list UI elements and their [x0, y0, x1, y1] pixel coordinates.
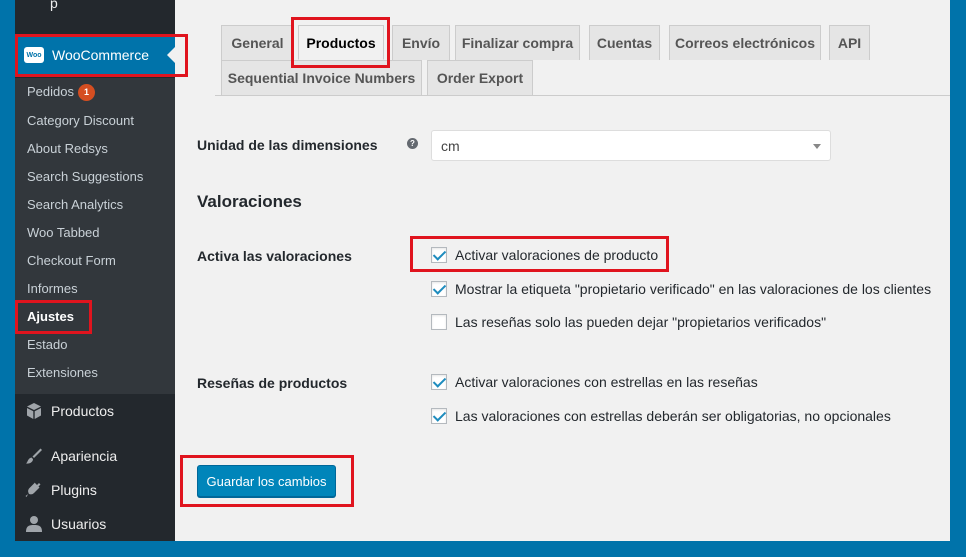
option-verified-owners-only[interactable]: Las reseñas solo las pueden dejar "propi…: [431, 313, 826, 331]
sidebar-item-label: Usuarios: [51, 516, 107, 532]
submenu-item-ajustes[interactable]: Ajustes: [27, 309, 74, 324]
star-ratings-required-checkbox[interactable]: [431, 408, 447, 424]
frame-right: [950, 100, 966, 557]
sidebar-top-item-fragment: p: [50, 0, 58, 11]
dimension-unit-select[interactable]: cm: [431, 130, 831, 161]
enable-product-ratings-checkbox[interactable]: [431, 247, 447, 263]
submenu-item-search-analytics[interactable]: Search Analytics: [27, 197, 123, 212]
sidebar-item-woocommerce[interactable]: Woo WooCommerce: [15, 36, 175, 74]
submenu-item-about-redsys[interactable]: About Redsys: [27, 141, 108, 156]
admin-sidebar: p Woo WooCommerce Pedidos 1 Category Disc…: [15, 0, 175, 541]
option-label: Las reseñas solo las pueden dejar "propi…: [455, 314, 827, 330]
option-enable-product-ratings[interactable]: Activar valoraciones de producto: [431, 246, 658, 264]
sidebar-item-apariencia[interactable]: Apariencia: [15, 439, 175, 473]
tab-general[interactable]: General: [221, 25, 294, 60]
product-reviews-label: Reseñas de productos: [197, 375, 348, 391]
tab-correos-electronicos[interactable]: Correos electrónicos: [669, 25, 821, 60]
box-icon: [24, 401, 44, 421]
option-verified-owner-label[interactable]: Mostrar la etiqueta "propietario verific…: [431, 280, 931, 298]
submenu-item-search-suggestions[interactable]: Search Suggestions: [27, 169, 143, 184]
frame-bottom: [0, 541, 966, 557]
user-icon: [24, 514, 44, 534]
chevron-down-icon: [813, 144, 821, 149]
option-label: Activar valoraciones con estrellas en la…: [455, 374, 758, 390]
plug-icon: [24, 480, 44, 500]
submenu-item-extensiones[interactable]: Extensiones: [27, 365, 98, 380]
settings-content: General Productos Envío Finalizar compra…: [175, 0, 950, 541]
orders-count-badge: 1: [77, 84, 95, 101]
dimension-unit-label: Unidad de las dimensiones: [197, 137, 378, 153]
help-icon[interactable]: ?: [407, 138, 418, 149]
option-star-ratings-required[interactable]: Las valoraciones con estrellas deberán s…: [431, 407, 891, 425]
verified-owner-label-checkbox[interactable]: [431, 281, 447, 297]
submenu-item-pedidos[interactable]: Pedidos 1: [27, 84, 95, 101]
tab-finalizar-compra[interactable]: Finalizar compra: [455, 25, 580, 60]
option-label: Mostrar la etiqueta "propietario verific…: [455, 281, 932, 297]
sidebar-item-productos[interactable]: Productos: [15, 394, 175, 428]
option-star-ratings[interactable]: Activar valoraciones con estrellas en la…: [431, 373, 758, 391]
submenu-item-category-discount[interactable]: Category Discount: [27, 113, 134, 128]
current-menu-arrow-icon: [167, 47, 175, 63]
sidebar-item-woocommerce-label: WooCommerce: [52, 47, 149, 63]
tab-envio[interactable]: Envío: [392, 25, 450, 60]
woocommerce-logo-icon: Woo: [24, 47, 44, 63]
frame-left: [0, 0, 15, 557]
submenu-item-woo-tabbed[interactable]: Woo Tabbed: [27, 225, 100, 240]
tabs-divider: [215, 95, 950, 96]
ratings-section-title: Valoraciones: [197, 192, 302, 211]
enable-ratings-label: Activa las valoraciones: [197, 248, 352, 264]
verified-owners-only-checkbox[interactable]: [431, 314, 447, 330]
sidebar-item-label: Apariencia: [51, 448, 118, 464]
tab-api[interactable]: API: [829, 25, 870, 60]
tab-order-export[interactable]: Order Export: [427, 60, 533, 95]
sidebar-item-usuarios[interactable]: Usuarios: [15, 507, 175, 541]
submenu-item-checkout-form[interactable]: Checkout Form: [27, 253, 116, 268]
save-changes-button[interactable]: Guardar los cambios: [197, 465, 336, 497]
submenu-item-informes[interactable]: Informes: [27, 281, 78, 296]
tab-cuentas[interactable]: Cuentas: [589, 25, 660, 60]
star-ratings-checkbox[interactable]: [431, 374, 447, 390]
woocommerce-submenu: Pedidos 1 Category Discount About Redsys …: [15, 78, 175, 394]
tab-sequential-invoice-numbers[interactable]: Sequential Invoice Numbers: [221, 60, 422, 95]
sidebar-item-plugins[interactable]: Plugins: [15, 473, 175, 507]
option-label: Activar valoraciones de producto: [455, 247, 659, 263]
sidebar-item-label: Productos: [51, 403, 115, 419]
tab-productos[interactable]: Productos: [298, 25, 384, 60]
option-label: Las valoraciones con estrellas deberán s…: [455, 408, 891, 424]
dimension-unit-value: cm: [441, 137, 460, 154]
submenu-item-label: Pedidos: [27, 84, 74, 99]
submenu-item-estado[interactable]: Estado: [27, 337, 67, 352]
sidebar-item-label: Plugins: [51, 482, 97, 498]
paintbrush-icon: [24, 446, 44, 466]
